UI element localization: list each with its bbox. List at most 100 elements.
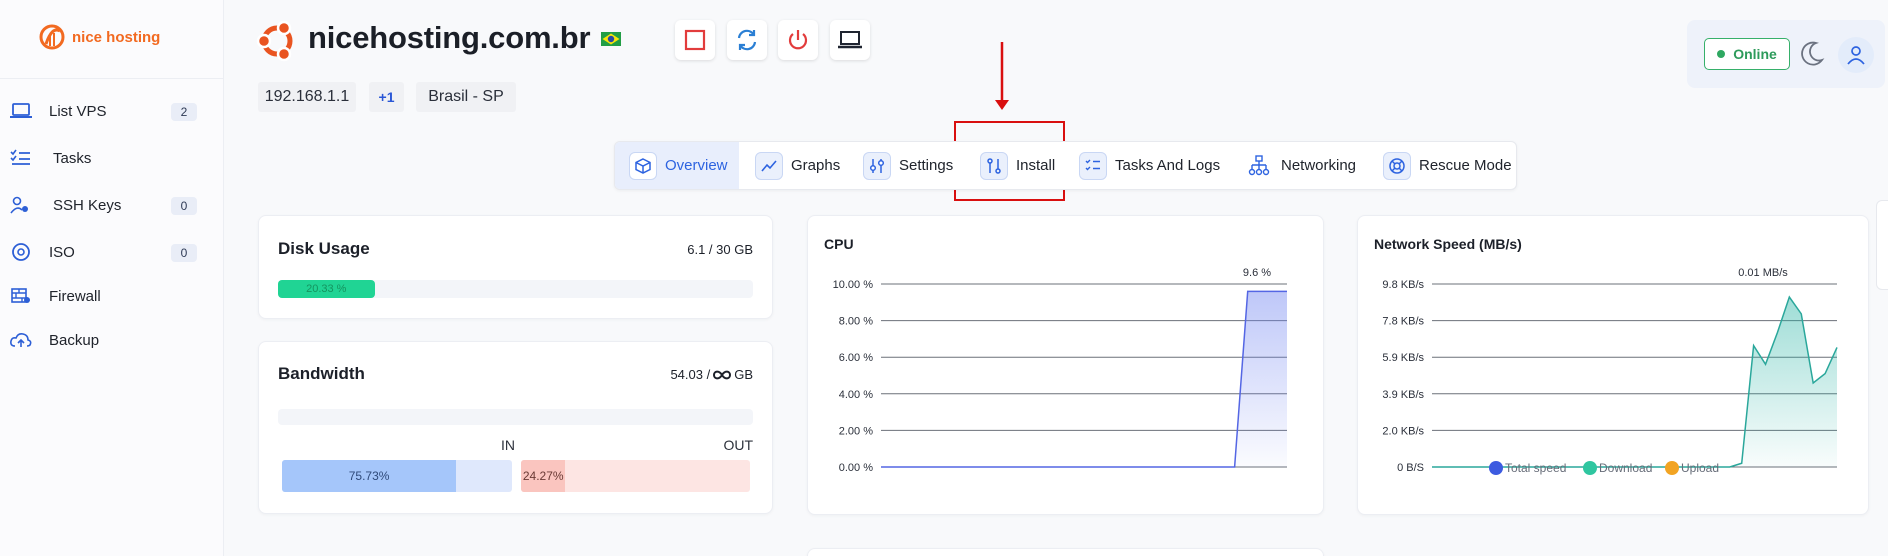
brazil-flag-icon [601, 32, 621, 46]
user-icon [1847, 46, 1865, 65]
tab-networking[interactable]: Networking [1245, 142, 1356, 189]
legend-label: Total speed [1505, 461, 1567, 475]
list-check-icon [1079, 151, 1107, 180]
sliders-icon [863, 151, 891, 180]
legend-swatch [1489, 461, 1503, 475]
tab-bar: Overview Graphs Settings Install Tasks A… [614, 141, 1517, 190]
iso-count-badge: 0 [171, 244, 197, 262]
bandwidth-unit: GB [734, 367, 753, 382]
sidebar-item-label: List VPS [49, 102, 107, 120]
y-tick-label: 5.9 KB/s [1382, 352, 1424, 364]
legend-upload[interactable]: Upload [1665, 461, 1719, 475]
sidebar-item-label: Backup [49, 331, 100, 349]
brand-logo[interactable]: nice hosting [38, 22, 160, 52]
ip-address: 192.168.1.1 [258, 82, 356, 112]
disk-usage-card: Disk Usage 6.1 / 30 GB 20.33 % [258, 215, 773, 319]
sidebar-item-label: ISO [49, 243, 75, 261]
network-card: Network Speed (MB/s) 9.8 KB/s 7.8 KB/s 5.9… [1357, 215, 1869, 515]
disk-usage-title: Disk Usage [278, 239, 370, 258]
location-label: Brasil - SP [416, 82, 516, 112]
extra-ips-badge[interactable]: +1 [369, 82, 404, 112]
tab-rescue-mode[interactable]: Rescue Mode [1383, 142, 1512, 189]
tab-install[interactable]: Install [980, 142, 1055, 189]
current-value-label: 0.01 MB/s [1738, 267, 1788, 279]
in-bar: 75.73% [282, 460, 512, 492]
y-tick-label: 6.00 % [839, 352, 873, 364]
y-tick-label: 10.00 % [833, 279, 874, 291]
restart-button[interactable] [727, 20, 767, 60]
bandwidth-value: 54.03 / GB [670, 367, 753, 382]
console-button[interactable] [830, 20, 870, 60]
sidebar-item-label: Tasks [53, 149, 92, 167]
series-line [881, 290, 1287, 468]
bandwidth-card: Bandwidth 54.03 / GB IN OUT 75.73% 24.27… [258, 341, 773, 514]
sidebar-item-ssh-keys[interactable]: SSH Keys 0 [8, 188, 208, 222]
infinity-icon [713, 370, 732, 379]
tab-overview[interactable]: Overview [615, 142, 739, 189]
cpu-card: CPU 10.00 % 8.00 % 6.00 % 4.00 % 2.00 % 0.00 … [807, 215, 1324, 515]
disk-usage-value: 6.1 / 30 GB [687, 242, 753, 257]
annotation-arrow [995, 42, 1009, 110]
stop-button[interactable] [675, 20, 715, 60]
next-card [807, 548, 1324, 556]
legend-download[interactable]: Download [1583, 461, 1652, 475]
legend-label: Upload [1681, 461, 1720, 475]
tab-label: Networking [1281, 157, 1357, 174]
sidebar-item-tasks[interactable]: Tasks [8, 141, 208, 175]
user-menu-button[interactable] [1838, 37, 1874, 73]
status-panel: Online [1687, 20, 1885, 88]
laptop-icon [10, 103, 32, 118]
bandwidth-bar [278, 409, 753, 425]
out-bar: 24.27% [521, 460, 750, 492]
laptop-icon [838, 31, 862, 49]
key-user-icon [10, 196, 28, 214]
bandwidth-used: 54.03 / [670, 367, 711, 382]
tab-label: Graphs [791, 157, 841, 174]
sidebar: nice hosting List VPS 2 Tasks SSH Keys 0… [0, 0, 224, 556]
y-tick-label: 8.00 % [839, 316, 873, 328]
refresh-icon [737, 29, 757, 51]
y-tick-label: 2.0 KB/s [1382, 425, 1424, 437]
disk-usage-bar: 20.33 % [278, 280, 753, 298]
tab-label: Rescue Mode [1419, 157, 1512, 174]
tab-settings[interactable]: Settings [863, 142, 953, 189]
y-tick-label: 0 B/S [1397, 462, 1424, 474]
sidebar-item-iso[interactable]: ISO 0 [8, 235, 208, 269]
status-label: Online [1733, 46, 1777, 62]
tab-label: Tasks And Logs [1115, 157, 1221, 174]
tab-label: Settings [899, 157, 954, 174]
tasks-icon [10, 149, 30, 165]
legend-swatch [1583, 461, 1597, 475]
sidebar-item-list-vps[interactable]: List VPS 2 [8, 94, 208, 128]
firewall-icon [11, 288, 30, 303]
nice-hosting-logo-icon [39, 24, 65, 50]
power-button[interactable] [778, 20, 818, 60]
brand-name: nice hosting [72, 28, 161, 46]
legend-total-speed[interactable]: Total speed [1489, 461, 1566, 475]
out-bar-fill: 24.27% [521, 460, 566, 492]
lifebuoy-icon [1383, 151, 1411, 180]
network-icon [1245, 152, 1273, 180]
y-tick-label: 0.00 % [839, 462, 873, 474]
disk-usage-bar-fill: 20.33 % [278, 280, 375, 298]
sidebar-item-backup[interactable]: Backup [8, 323, 208, 357]
status-badge: Online [1704, 38, 1790, 70]
sidebar-item-firewall[interactable]: Firewall [8, 279, 208, 313]
tab-graphs[interactable]: Graphs [755, 142, 840, 189]
y-tick-label: 4.00 % [839, 389, 873, 401]
current-value-label: 9.6 % [1243, 267, 1271, 279]
side-drawer-handle[interactable] [1876, 200, 1888, 290]
ubuntu-icon [256, 20, 293, 62]
cpu-chart: 10.00 % 8.00 % 6.00 % 4.00 % 2.00 % 0.00 % 9.6… [833, 267, 1287, 474]
git-compare-icon [980, 151, 1008, 180]
y-tick-label: 7.8 KB/s [1382, 316, 1424, 328]
out-label: OUT [723, 437, 753, 453]
y-tick-label: 2.00 % [839, 425, 873, 437]
sidebar-item-label: Firewall [49, 287, 101, 305]
sidebar-divider [0, 78, 224, 79]
ssh-keys-count-badge: 0 [171, 197, 197, 215]
y-tick-label: 3.9 KB/s [1382, 389, 1424, 401]
moon-icon[interactable] [1799, 40, 1825, 66]
disc-icon [12, 243, 30, 261]
tab-tasks-and-logs[interactable]: Tasks And Logs [1079, 142, 1220, 189]
